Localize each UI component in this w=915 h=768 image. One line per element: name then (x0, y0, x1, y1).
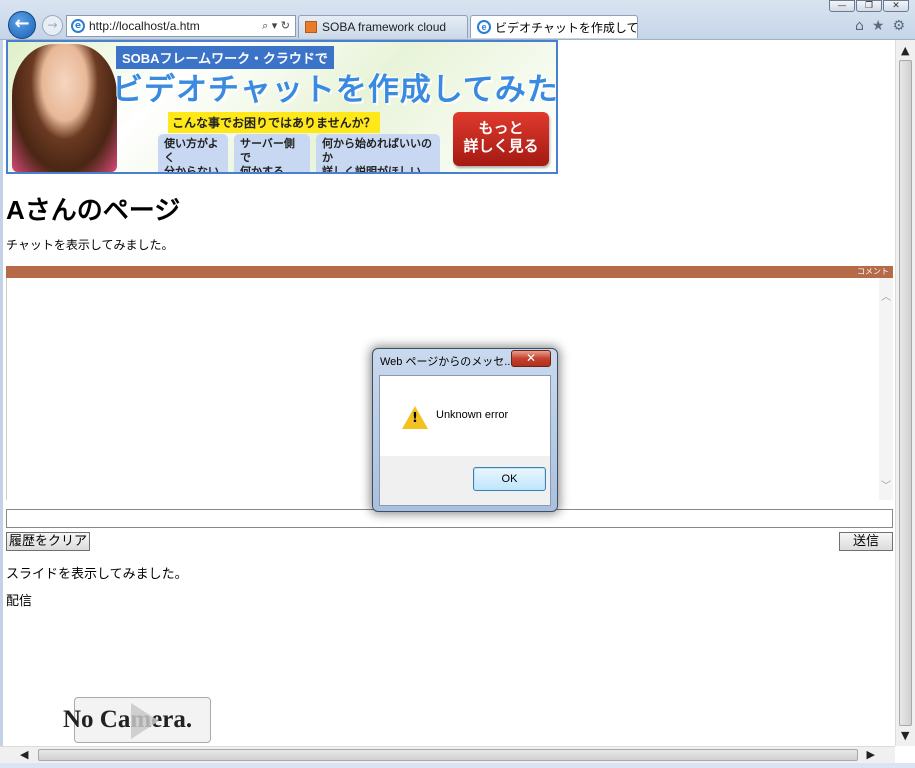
dialog-message: Unknown error (436, 409, 509, 421)
banner-question: こんな事でお困りではありませんか？ (168, 112, 380, 133)
no-camera-text: No Camera. (63, 706, 193, 733)
forward-arrow-icon[interactable]: → (42, 15, 63, 36)
banner-pill: サーバー側で 何かするの？ (234, 134, 310, 172)
address-input[interactable]: http://localhost/a.htm (89, 19, 262, 33)
browser-toolbar: ⌂ ★ ⚙ (855, 18, 905, 34)
dialog-title: Web ページからのメッセ... (380, 356, 514, 368)
dialog-body: ! Unknown error (379, 375, 551, 456)
close-window-button[interactable]: ✕ (883, 0, 909, 12)
tab-soba-framework[interactable]: SOBA framework cloud (298, 15, 468, 38)
send-button[interactable]: 送信 (839, 532, 893, 551)
page-vertical-scrollbar[interactable]: ▲ ▼ (895, 40, 915, 746)
broadcast-label: 配信 (6, 594, 33, 609)
favorites-star-icon[interactable]: ★ (872, 18, 885, 34)
soba-tab-icon (305, 21, 317, 33)
minimize-button[interactable]: — (829, 0, 855, 12)
chat-scrollbar[interactable]: ︿ ﹀ (879, 278, 893, 500)
tab-label: ビデオチャットを作成して... (495, 20, 638, 35)
chat-header-label: コメント (857, 267, 889, 276)
browser-chrome: — ❐ ✕ ← → e http://localhost/a.htm ⌕ ▾ ↻… (0, 0, 915, 40)
alert-dialog: Web ページからのメッセ... ✕ ! Unknown error OK (372, 348, 558, 512)
window-controls: — ❐ ✕ (828, 0, 909, 12)
slide-description: スライドを表示してみました。 (6, 567, 188, 582)
home-icon[interactable]: ⌂ (855, 18, 864, 34)
back-arrow-icon[interactable]: ← (8, 11, 36, 39)
banner-pill: 何から始めればいいのか 詳しく説明がほしい (316, 134, 440, 172)
horizontal-scroll-thumb[interactable] (38, 749, 858, 761)
clear-history-button[interactable]: 履歴をクリア (6, 532, 90, 551)
dialog-close-button[interactable]: ✕ (511, 350, 551, 367)
restore-button[interactable]: ❐ (856, 0, 882, 12)
address-bar[interactable]: e http://localhost/a.htm ⌕ ▾ ↻ (66, 15, 296, 37)
chevron-down-icon[interactable]: ﹀ (881, 477, 891, 492)
ie-tab-icon: e (477, 20, 491, 34)
address-tools-icon[interactable]: ⌕ ▾ ↻ (262, 19, 290, 33)
vertical-scroll-thumb[interactable] (899, 60, 912, 726)
tab-label: SOBA framework cloud (322, 20, 447, 34)
ok-button[interactable]: OK (473, 467, 546, 491)
page-horizontal-scrollbar[interactable]: ◀ ▶ (0, 746, 895, 763)
chat-description: チャットを表示してみました。 (6, 238, 174, 252)
tab-video-chat[interactable]: e ビデオチャットを作成して... ✕ (470, 15, 638, 38)
scroll-left-icon[interactable]: ◀ (20, 748, 28, 761)
warning-exclamation: ! (412, 411, 418, 426)
banner-pill: 使い方がよく 分からない (158, 134, 228, 172)
page-title: Aさんのページ (6, 195, 181, 225)
camera-placeholder[interactable]: No Camera. (63, 697, 211, 743)
play-icon[interactable] (131, 703, 159, 739)
scroll-up-icon[interactable]: ▲ (901, 44, 909, 57)
chevron-up-icon[interactable]: ︿ (881, 288, 891, 303)
scroll-right-icon[interactable]: ▶ (867, 748, 875, 761)
promo-banner[interactable]: SOBAフレームワーク・クラウドで ビデオチャットを作成してみた こんな事でお困… (6, 40, 558, 174)
settings-gear-icon[interactable]: ⚙ (892, 18, 905, 34)
more-details-button[interactable]: もっと 詳しく見る (453, 112, 549, 166)
banner-model-image (12, 44, 117, 172)
chat-header-bar: コメント (6, 266, 893, 278)
dialog-footer: OK (379, 456, 551, 506)
status-strip (0, 763, 915, 768)
scroll-down-icon[interactable]: ▼ (901, 729, 909, 742)
ie-page-icon: e (71, 19, 85, 33)
window-left-border (0, 40, 3, 763)
banner-title: ビデオチャットを作成してみた (112, 72, 558, 107)
